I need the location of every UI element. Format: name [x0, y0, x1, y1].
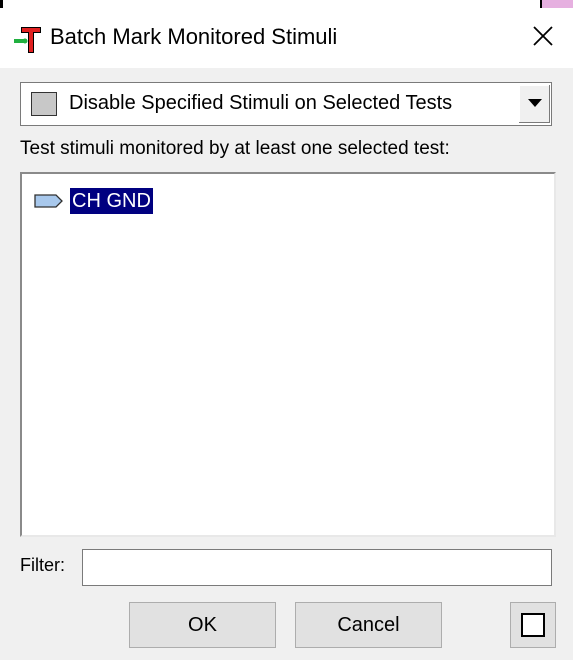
checkbox-square-icon	[521, 613, 545, 637]
mode-color-swatch	[31, 92, 57, 116]
close-button[interactable]	[520, 18, 566, 58]
close-icon	[532, 25, 554, 52]
ok-button[interactable]: OK	[129, 602, 276, 648]
window-title: Batch Mark Monitored Stimuli	[50, 24, 338, 49]
stimuli-listbox[interactable]: CH GND	[20, 172, 556, 537]
batch-mark-dialog: Batch Mark Monitored Stimuli Disable Spe…	[0, 0, 573, 660]
mode-dropdown-value: Disable Specified Stimuli on Selected Te…	[69, 92, 453, 114]
filter-input[interactable]	[82, 549, 552, 586]
cancel-button[interactable]: Cancel	[295, 602, 442, 648]
filter-label: Filter:	[20, 555, 65, 575]
corner-toggle-button[interactable]	[510, 602, 556, 648]
title-bar[interactable]: Batch Mark Monitored Stimuli	[0, 8, 573, 68]
tessy-t-icon	[12, 25, 44, 55]
chevron-down-icon	[527, 95, 543, 113]
mode-dropdown[interactable]: Disable Specified Stimuli on Selected Te…	[20, 82, 552, 126]
stimuli-list-label: Test stimuli monitored by at least one s…	[20, 138, 450, 159]
list-item-label: CH GND	[70, 188, 153, 214]
background-window-strip	[0, 0, 573, 8]
stimulus-tag-icon	[34, 194, 64, 208]
dropdown-arrow-button[interactable]	[518, 85, 550, 123]
